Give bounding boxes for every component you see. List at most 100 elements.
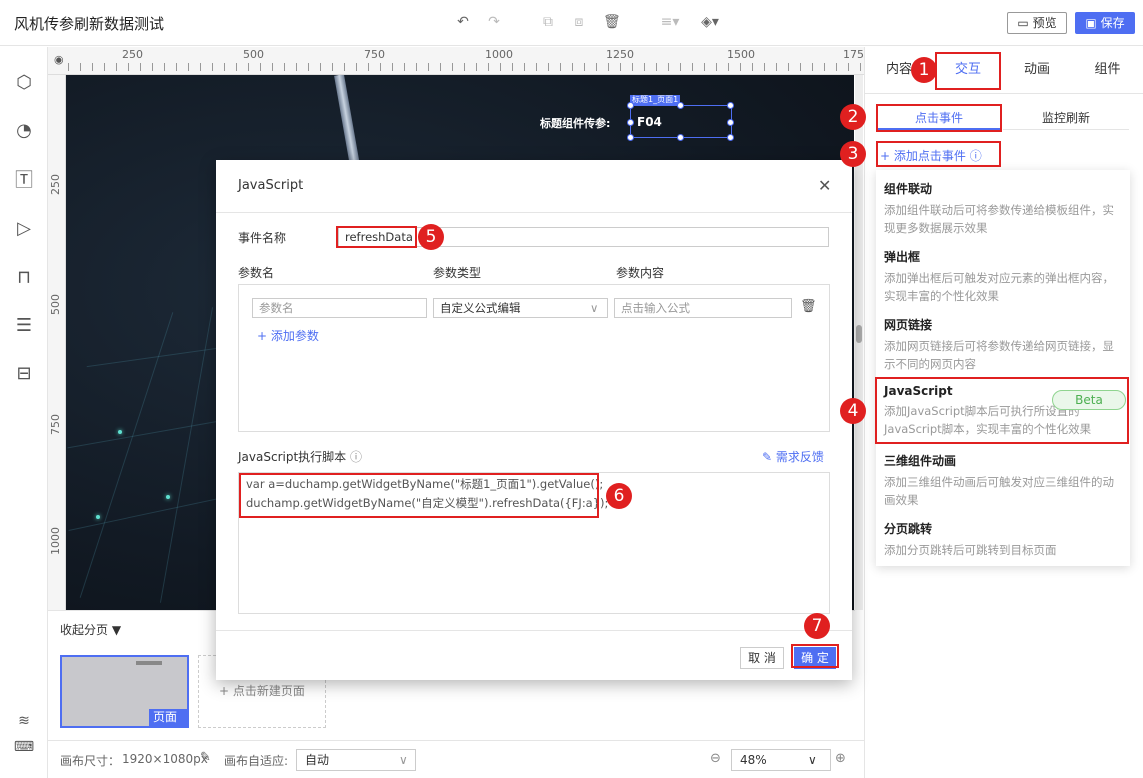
top-toolbar: 风机传参刷新数据测试 ↶ ↷ ⧉ ⧈ 🗑 ≡▾ ◈▾ ▭ 预览 ▣ 保存	[0, 0, 1143, 46]
zoom-select[interactable]: 48% ∨	[731, 749, 831, 771]
resize-handle[interactable]	[627, 102, 634, 109]
save-button[interactable]: ▣ 保存	[1075, 12, 1135, 34]
menu-item-desc: 添加网页链接后可将参数传递给网页链接，显示不同的网页内容	[884, 339, 1114, 371]
resize-handle[interactable]	[727, 119, 734, 126]
delete-icon[interactable]: 🗑	[603, 14, 621, 30]
undo-icon[interactable]: ↶	[455, 14, 471, 30]
col-param-type: 参数类型	[433, 266, 482, 280]
highlight-box	[876, 141, 1001, 167]
keyboard-icon[interactable]: ⌨	[12, 735, 36, 759]
page-thumbnail[interactable]: 页面1	[60, 655, 189, 741]
chevron-down-icon: ∨	[399, 753, 408, 767]
highlight-box	[876, 104, 1002, 132]
menu-item-desc: 添加三维组件动画后可触发对应三维组件的动画效果	[884, 475, 1114, 507]
ungroup-icon[interactable]: ⧈	[571, 14, 587, 30]
highlight-box	[239, 473, 599, 518]
layer-icon[interactable]: ◈▾	[697, 14, 723, 30]
collapse-label: 收起分页	[60, 623, 109, 637]
close-icon[interactable]: ✕	[818, 176, 831, 195]
resize-handle[interactable]	[627, 119, 634, 126]
delete-icon[interactable]: 🗑	[800, 299, 817, 314]
ruler-tick: 750	[49, 414, 62, 435]
chart-pie-icon[interactable]: ◔	[12, 119, 36, 143]
group-icon[interactable]: ⧉	[540, 14, 556, 30]
zoom-out-icon[interactable]: ⊖	[710, 751, 721, 766]
tab-animation[interactable]: 动画	[1002, 47, 1072, 93]
edit-icon: ✎	[762, 450, 773, 464]
ruler-tick: 1500	[727, 48, 755, 61]
javascript-modal: JavaScript ✕ 事件名称 refreshData 参数名 参数类型 参…	[216, 160, 852, 680]
add-param-label: 添加参数	[270, 329, 319, 343]
script-label: JavaScript执行脚本 ⓘ	[238, 448, 362, 465]
new-page-label: 点击新建页面	[232, 684, 305, 698]
menu-item-component-link[interactable]: 组件联动 添加组件联动后可将参数传递给模板组件，实现更多数据展示效果	[884, 180, 1124, 237]
selected-title-widget[interactable]: 标题1_页面1 F04	[627, 95, 734, 141]
param-type-select[interactable]: 自定义公式编辑 ∨	[433, 298, 608, 318]
collapse-pages-button[interactable]: 收起分页 ▼	[60, 621, 121, 638]
save-icon: ▣	[1085, 16, 1097, 30]
canvas-size-value: 1920×1080px	[122, 752, 208, 766]
fit-select[interactable]: 自动 ∨	[296, 749, 416, 771]
ruler-tick: 750	[364, 48, 385, 61]
thumb-bar	[136, 661, 162, 665]
inbox-icon[interactable]: ⊓	[12, 266, 36, 290]
menu-item-page-jump[interactable]: 分页跳转 添加分页跳转后可跳转到目标页面	[884, 520, 1124, 559]
preview-label: 预览	[1032, 16, 1057, 30]
eye-icon[interactable]: ◉	[54, 53, 64, 66]
text-icon[interactable]: 🅃	[12, 169, 36, 193]
ruler-tick: 500	[243, 48, 264, 61]
edit-icon[interactable]: ✎	[200, 750, 211, 765]
ruler-tick: 1250	[606, 48, 634, 61]
resize-handle[interactable]	[677, 102, 684, 109]
table-icon[interactable]: ☰	[12, 314, 36, 338]
help-icon[interactable]: ⓘ	[350, 450, 362, 464]
cube-icon[interactable]: ⬡	[12, 71, 36, 95]
param-content-input[interactable]: 点击输入公式	[614, 298, 792, 318]
field-value: F04	[637, 115, 662, 129]
resize-handle[interactable]	[727, 102, 734, 109]
menu-item-web-link[interactable]: 网页链接 添加网页链接后可将参数传递给网页链接，显示不同的网页内容	[884, 316, 1124, 373]
step-badge: 3	[840, 141, 866, 167]
grid-light	[118, 430, 122, 434]
menu-item-title: 三维组件动画	[884, 454, 957, 468]
menu-item-title: 分页跳转	[884, 522, 933, 536]
ruler-tick: 1000	[485, 48, 513, 61]
step-badge: 7	[804, 613, 830, 639]
layers-icon[interactable]: ≋	[12, 709, 36, 733]
archive-icon[interactable]: ⊟	[12, 362, 36, 386]
chevron-down-icon: ∨	[590, 301, 599, 315]
modal-header: JavaScript ✕	[216, 160, 852, 213]
ruler-left: 250 500 750 1000	[48, 75, 66, 610]
ruler-tick: 175	[843, 48, 864, 61]
param-name-input[interactable]: 参数名	[252, 298, 427, 318]
step-badge: 4	[840, 398, 866, 424]
ruler-ticks	[68, 63, 864, 71]
add-param-button[interactable]: + 添加参数	[257, 327, 319, 344]
menu-item-popup[interactable]: 弹出框 添加弹出框后可触发对应元素的弹出框内容，实现丰富的个性化效果	[884, 248, 1124, 305]
feedback-link[interactable]: ✎ 需求反馈	[762, 448, 824, 465]
monitor-icon: ▭	[1017, 16, 1029, 30]
selected-tag: 标题1_页面1	[630, 95, 681, 105]
resize-handle[interactable]	[627, 134, 634, 141]
align-icon[interactable]: ≡▾	[657, 14, 683, 30]
redo-icon[interactable]: ↷	[486, 14, 502, 30]
scrollbar-thumb[interactable]	[856, 325, 862, 343]
preview-button[interactable]: ▭ 预览	[1007, 12, 1067, 34]
tab-components[interactable]: 组件	[1072, 47, 1143, 93]
divider	[864, 93, 1143, 94]
media-icon[interactable]: ▷	[12, 217, 36, 241]
zoom-in-icon[interactable]: ⊕	[835, 751, 846, 766]
highlight-box	[336, 226, 417, 248]
left-sidebar: ⬡ ◔ 🅃 ▷ ⊓ ☰ ⊟ ≋ ⌨	[0, 47, 48, 778]
feedback-label: 需求反馈	[775, 450, 824, 464]
cancel-button[interactable]: 取 消	[740, 647, 784, 669]
highlight-box	[875, 377, 1129, 444]
resize-handle[interactable]	[677, 134, 684, 141]
params-table: 参数名 自定义公式编辑 ∨ 点击输入公式 🗑 + 添加参数	[238, 284, 830, 432]
chevron-down-icon: ∨	[808, 753, 817, 767]
menu-item-3d-animation[interactable]: 三维组件动画 添加三维组件动画后可触发对应三维组件的动画效果	[884, 452, 1124, 509]
menu-item-desc: 添加分页跳转后可跳转到目标页面	[884, 543, 1057, 557]
subtab-monitor-refresh[interactable]: 监控刷新	[1003, 106, 1129, 130]
status-bar: 画布尺寸： 1920×1080px ✎ 画布自适应: 自动 ∨ ⊖ 48% ∨ ⊕	[48, 740, 864, 778]
resize-handle[interactable]	[727, 134, 734, 141]
